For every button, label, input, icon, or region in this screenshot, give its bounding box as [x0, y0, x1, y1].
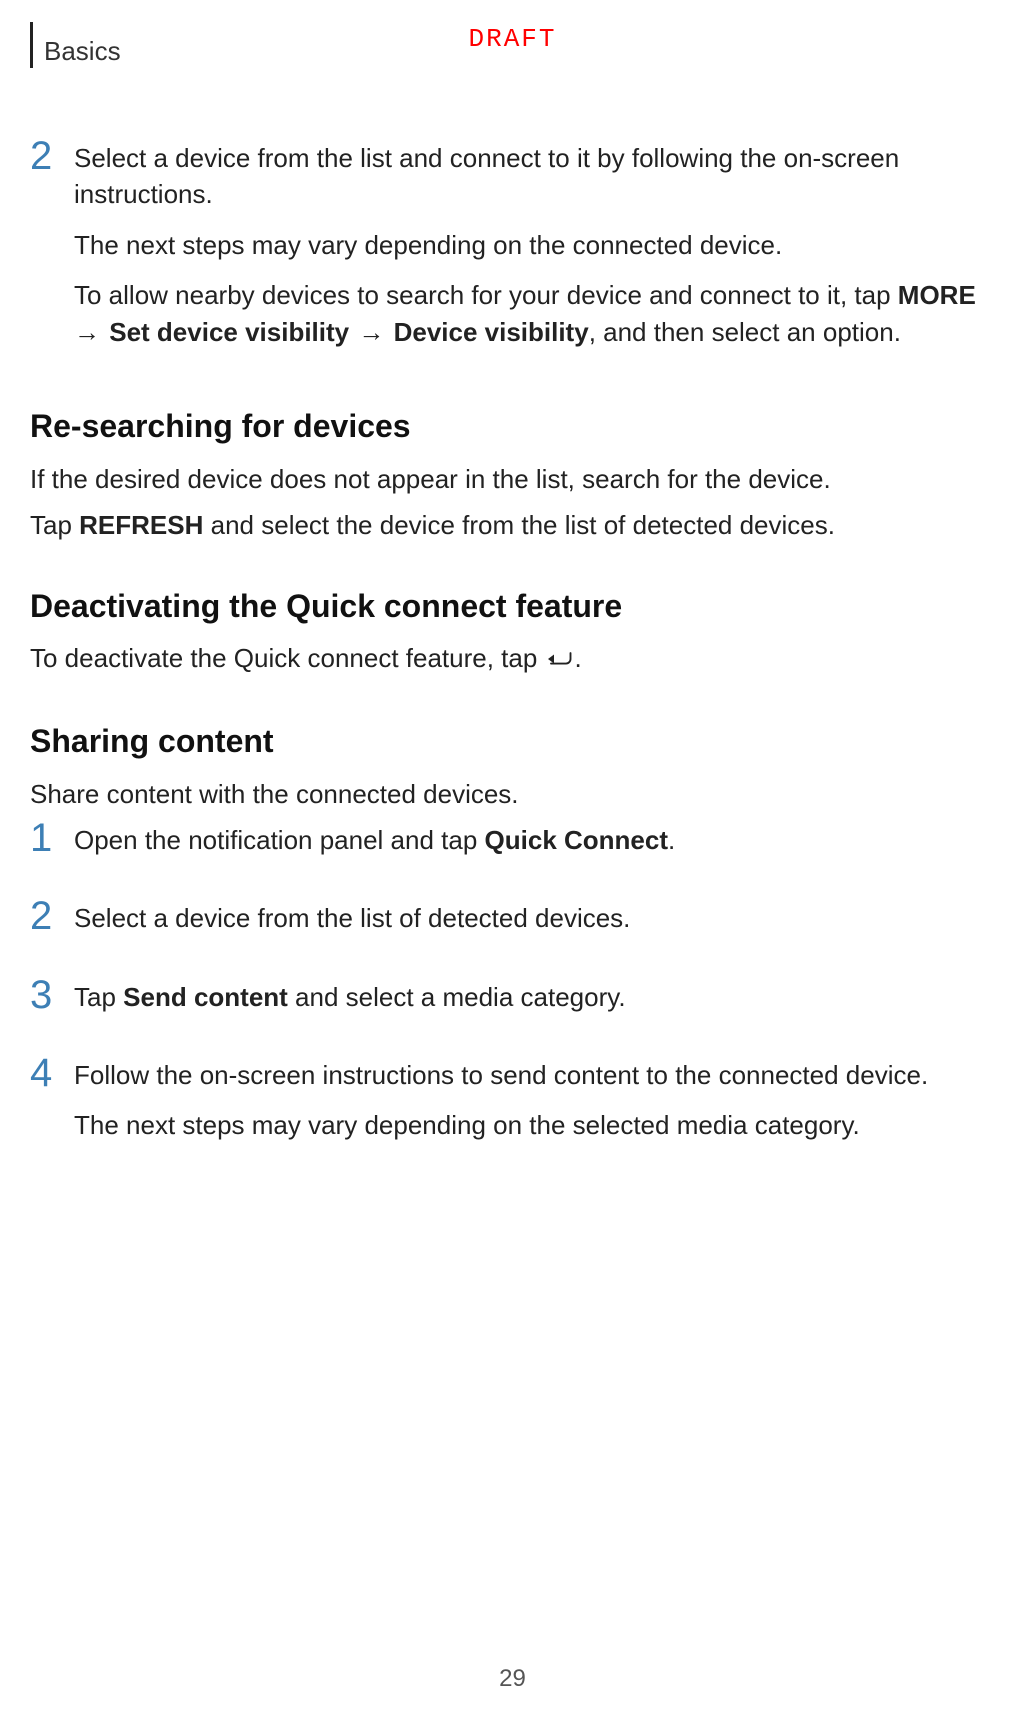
- subheading-re-searching: Re-searching for devices: [30, 404, 995, 449]
- text-fragment: To deactivate the Quick connect feature,…: [30, 643, 545, 673]
- page-number: 29: [0, 1665, 1025, 1693]
- text-fragment: Open the notification panel and tap: [74, 825, 485, 855]
- text-fragment: .: [668, 825, 675, 855]
- step-item: 3 Tap Send content and select a media ca…: [30, 979, 995, 1029]
- text-fragment: and select a media category.: [288, 982, 626, 1012]
- text-fragment: .: [575, 643, 582, 673]
- bold-label: REFRESH: [79, 510, 203, 540]
- step-body: Open the notification panel and tap Quic…: [74, 822, 995, 872]
- paragraph: To deactivate the Quick connect feature,…: [30, 640, 995, 678]
- page-header: Basics DRAFT: [30, 22, 995, 62]
- step-item: 2 Select a device from the list of detec…: [30, 900, 995, 950]
- step-item: 1 Open the notification panel and tap Qu…: [30, 822, 995, 872]
- step-body: Tap Send content and select a media cate…: [74, 979, 995, 1029]
- step-body: Select a device from the list of detecte…: [74, 900, 995, 950]
- back-icon: [545, 642, 575, 678]
- step-body: Select a device from the list and connec…: [74, 140, 995, 364]
- step-item: 4 Follow the on-screen instructions to s…: [30, 1057, 995, 1158]
- step-text: To allow nearby devices to search for yo…: [74, 277, 995, 350]
- paragraph: Tap REFRESH and select the device from t…: [30, 507, 995, 543]
- bold-label: Device visibility: [394, 317, 589, 347]
- bold-label: Send content: [123, 982, 288, 1012]
- text-fragment: , and then select an option.: [589, 317, 901, 347]
- page-content: 2 Select a device from the list and conn…: [30, 140, 995, 1158]
- bold-label: MORE: [898, 280, 976, 310]
- bold-label: Set device visibility: [109, 317, 349, 347]
- step-number: 1: [30, 818, 74, 858]
- step-text: Select a device from the list and connec…: [74, 140, 995, 213]
- page: Basics DRAFT 2 Select a device from the …: [0, 0, 1025, 1719]
- paragraph: Share content with the connected devices…: [30, 776, 995, 812]
- step-number: 4: [30, 1053, 74, 1093]
- step-text: Select a device from the list of detecte…: [74, 900, 995, 936]
- step-number: 2: [30, 136, 74, 176]
- arrow-icon: →: [349, 317, 393, 347]
- step-text: Tap Send content and select a media cate…: [74, 979, 995, 1015]
- paragraph: If the desired device does not appear in…: [30, 461, 995, 497]
- bold-label: Quick Connect: [485, 825, 668, 855]
- text-fragment: Tap: [74, 982, 123, 1012]
- step-text: The next steps may vary depending on the…: [74, 1107, 995, 1143]
- subheading-deactivate: Deactivating the Quick connect feature: [30, 584, 995, 629]
- step-number: 2: [30, 896, 74, 936]
- header-rule: [30, 22, 33, 68]
- step-text: Open the notification panel and tap Quic…: [74, 822, 995, 858]
- draft-watermark: DRAFT: [468, 24, 556, 54]
- step-text: The next steps may vary depending on the…: [74, 227, 995, 263]
- text-fragment: Tap: [30, 510, 79, 540]
- step-body: Follow the on-screen instructions to sen…: [74, 1057, 995, 1158]
- step-item: 2 Select a device from the list and conn…: [30, 140, 995, 364]
- text-fragment: To allow nearby devices to search for yo…: [74, 280, 898, 310]
- text-fragment: and select the device from the list of d…: [203, 510, 835, 540]
- section-title: Basics: [44, 36, 121, 67]
- subheading-sharing: Sharing content: [30, 719, 995, 764]
- step-number: 3: [30, 975, 74, 1015]
- step-text: Follow the on-screen instructions to sen…: [74, 1057, 995, 1093]
